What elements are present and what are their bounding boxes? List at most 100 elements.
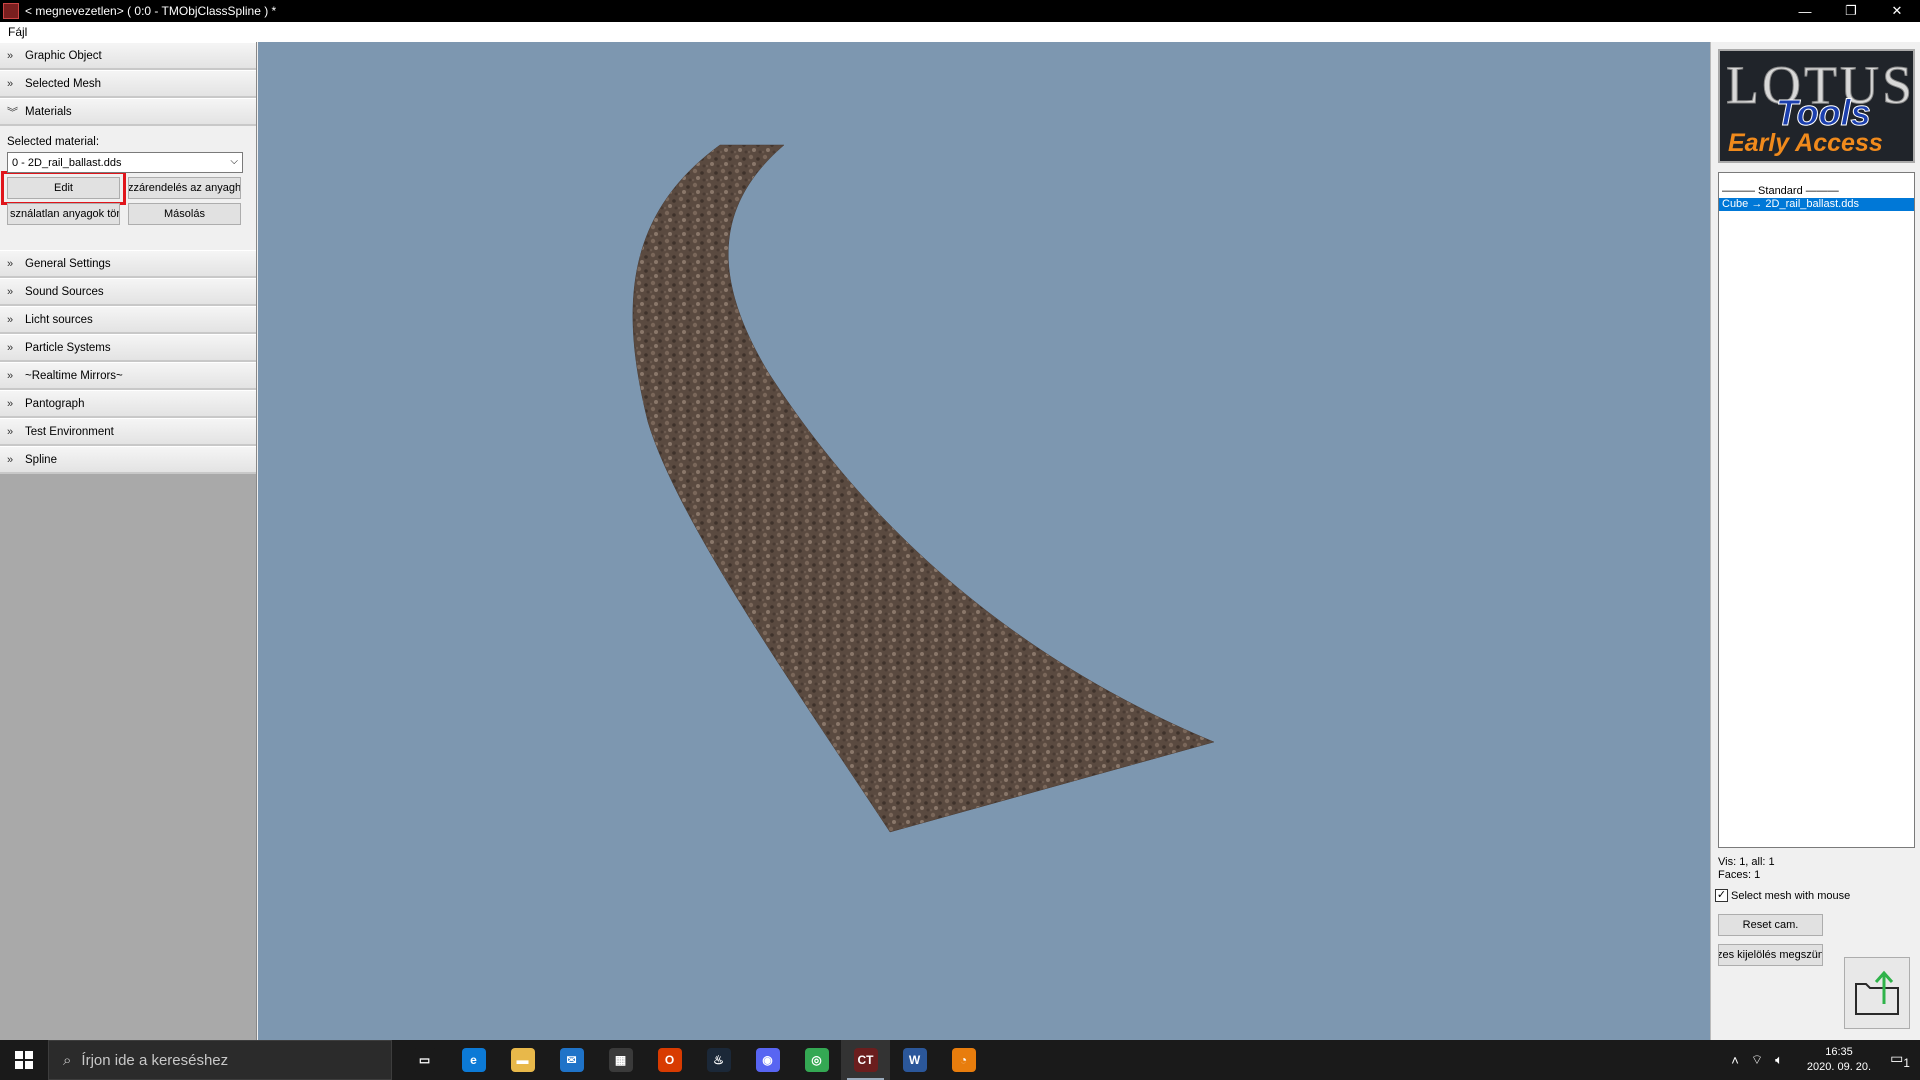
taskbar-app[interactable]: ▭ <box>400 1040 449 1080</box>
chevron-double-right-icon: » <box>7 285 14 298</box>
selected-material-label: Selected material: <box>7 136 100 148</box>
section-pantograph[interactable]: » Pantograph <box>0 390 256 418</box>
window-controls: — ❐ ✕ <box>1782 0 1920 22</box>
window-title: < megnevezetlen> ( 0:0 - TMObjClassSplin… <box>25 4 277 18</box>
taskbar-app[interactable]: ♨ <box>694 1040 743 1080</box>
logo-tools-text: Tools <box>1776 92 1871 133</box>
start-button[interactable] <box>0 1040 48 1080</box>
notification-center-button[interactable]: ▭1 <box>1880 1050 1920 1070</box>
clock-date: 2020. 09. 20. <box>1806 1061 1872 1073</box>
search-placeholder: Írjon ide a kereséshez <box>81 1051 229 1069</box>
section-label: General Settings <box>25 257 111 270</box>
taskbar-app[interactable]: ◎ <box>792 1040 841 1080</box>
right-panel: LOTUS Tools Early Access ——— Standard ——… <box>1710 42 1920 1040</box>
logo-early-access-text: Early Access <box>1728 129 1883 157</box>
chevron-double-right-icon: » <box>7 397 14 410</box>
menu-file[interactable]: Fájl <box>0 25 35 39</box>
taskbar-app[interactable]: W <box>890 1040 939 1080</box>
taskbar-apps: ▭ e ▬ ✉ ▦ O ♨ ◉ ◎ CT W ◔ <box>400 1040 988 1080</box>
chevron-double-right-icon: » <box>7 77 14 90</box>
taskbar-app[interactable]: e <box>449 1040 498 1080</box>
material-select-value: 0 - 2D_rail_ballast.dds <box>12 156 122 169</box>
clock-time: 16:35 <box>1825 1046 1853 1058</box>
chevron-up-icon[interactable]: ˄ <box>1724 1053 1746 1068</box>
chevron-double-right-icon: » <box>7 257 14 270</box>
section-general-settings[interactable]: » General Settings <box>0 250 256 278</box>
section-materials[interactable]: ︾ Materials <box>0 98 256 126</box>
delete-unused-materials-button[interactable]: sználatlan anyagok tör <box>7 203 120 225</box>
section-label: Test Environment <box>25 425 114 438</box>
chevron-double-right-icon: » <box>7 341 14 354</box>
network-icon[interactable]: ⌔ <box>1746 1052 1768 1068</box>
select-mesh-checkbox[interactable]: ✓ Select mesh with mouse <box>1715 889 1850 902</box>
faces-count: Faces: 1 <box>1718 869 1761 881</box>
viewport-canvas <box>632 144 1215 833</box>
list-item-selected[interactable]: Cube → 2D_rail_ballast.dds <box>1719 198 1914 211</box>
file-explorer-icon: ▬ <box>510 1048 535 1072</box>
checkbox-label: Select mesh with mouse <box>1731 889 1851 902</box>
checkbox-checked-icon[interactable]: ✓ <box>1715 889 1728 902</box>
section-spline[interactable]: » Spline <box>0 446 256 474</box>
notification-icon: ▭ <box>1890 1050 1904 1067</box>
copy-button[interactable]: Másolás <box>128 203 241 225</box>
assign-material-button[interactable]: zzárendelés az anyagh <box>128 177 241 199</box>
taskbar-app[interactable]: ◔ <box>939 1040 988 1080</box>
left-panel: » Graphic Object » Selected Mesh ︾ Mater… <box>0 42 257 1040</box>
section-label: Licht sources <box>25 313 93 326</box>
taskbar-app[interactable]: O <box>645 1040 694 1080</box>
taskbar-app[interactable]: ▬ <box>498 1040 547 1080</box>
material-select[interactable]: 0 - 2D_rail_ballast.dds ⌵ <box>7 152 243 173</box>
chevron-double-right-icon: » <box>7 425 14 438</box>
section-label: Particle Systems <box>25 341 111 354</box>
mesh-list[interactable]: ——— Standard ——— Cube → 2D_rail_ballast.… <box>1718 172 1915 848</box>
section-label: Spline <box>25 453 57 466</box>
export-button[interactable] <box>1844 957 1910 1029</box>
content-tool-icon: CT <box>853 1048 878 1072</box>
chevron-double-right-icon: » <box>7 369 14 382</box>
chevron-down-icon: ⌵ <box>230 156 238 167</box>
taskbar-app[interactable]: ✉ <box>547 1040 596 1080</box>
taskbar: ⌕ Írjon ide a kereséshez ▭ e ▬ ✉ ▦ O ♨ ◉ ◎ CT W ◔ ˄… <box>0 1040 1920 1080</box>
section-graphic-object[interactable]: » Graphic Object <box>0 42 256 70</box>
menu-bar: Fájl <box>0 22 1920 42</box>
logo-graphic: LOTUS Tools Early Access <box>1726 55 1913 158</box>
section-licht-sources[interactable]: » Licht sources <box>0 306 256 334</box>
taskbar-app[interactable]: CT <box>841 1040 890 1080</box>
chrome-icon: ◎ <box>804 1048 829 1072</box>
app-icon <box>3 3 19 19</box>
section-sound-sources[interactable]: » Sound Sources <box>0 278 256 306</box>
clock[interactable]: 16:35 2020. 09. 20. <box>1798 1045 1880 1075</box>
volume-icon[interactable]: 🔈︎ <box>1768 1052 1790 1068</box>
system-tray: ˄ ⌔ 🔈︎ 16:35 2020. 09. 20. ▭1 <box>1724 1040 1920 1080</box>
edit-button[interactable]: Edit <box>1 171 126 205</box>
restore-button[interactable]: ❐ <box>1828 0 1874 22</box>
word-icon: W <box>902 1048 927 1072</box>
section-particle-systems[interactable]: » Particle Systems <box>0 334 256 362</box>
3d-viewport[interactable] <box>258 42 1710 1040</box>
close-button[interactable]: ✕ <box>1874 0 1920 22</box>
taskbar-app[interactable]: ▦ <box>596 1040 645 1080</box>
taskbar-app[interactable]: ◉ <box>743 1040 792 1080</box>
section-realtime-mirrors[interactable]: » ~Realtime Mirrors~ <box>0 362 256 390</box>
chevron-double-right-icon: » <box>7 49 14 62</box>
section-test-environment[interactable]: » Test Environment <box>0 418 256 446</box>
section-selected-mesh[interactable]: » Selected Mesh <box>0 70 256 98</box>
reset-cam-button[interactable]: Reset cam. <box>1718 914 1823 936</box>
discord-icon: ◉ <box>755 1048 780 1072</box>
section-label: Graphic Object <box>25 49 102 62</box>
store-icon: ▦ <box>608 1048 633 1072</box>
office-icon: O <box>657 1048 682 1072</box>
task-view-icon: ▭ <box>412 1048 437 1072</box>
export-icon <box>1855 970 1899 1015</box>
mail-icon: ✉ <box>559 1048 584 1072</box>
taskbar-search[interactable]: ⌕ Írjon ide a kereséshez <box>48 1040 392 1080</box>
chevron-double-right-icon: » <box>7 313 14 326</box>
minimize-button[interactable]: — <box>1782 0 1828 22</box>
section-label: Materials <box>25 105 72 118</box>
edge-icon: e <box>461 1048 486 1072</box>
vis-count: Vis: 1, all: 1 <box>1718 856 1775 868</box>
section-label: Selected Mesh <box>25 77 102 90</box>
blender-icon: ◔ <box>951 1048 976 1072</box>
clear-selection-button[interactable]: zes kijelölés megszün <box>1718 944 1823 966</box>
list-item[interactable]: ——— Standard ——— <box>1719 185 1914 198</box>
